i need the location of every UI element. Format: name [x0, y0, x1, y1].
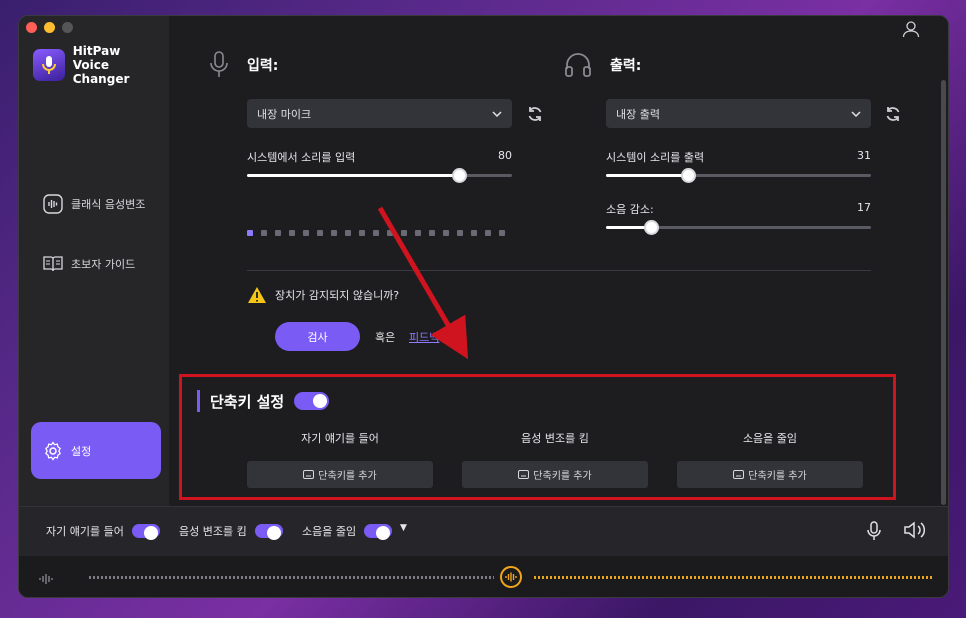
check-device-button[interactable]: 검사: [275, 322, 360, 351]
waveform-output: [534, 576, 934, 579]
level-dot: [471, 230, 477, 236]
or-text: 혹은: [375, 331, 396, 344]
input-level-meter: [247, 230, 505, 236]
voice-change-toggle[interactable]: [254, 524, 283, 540]
sidebar: HitPaw Voice Changer 클래식 음성변조 초보자 가이드 설정: [19, 16, 169, 506]
waveform-input: [89, 576, 494, 579]
bottom-toggle-label: 음성 변조를 킴: [179, 525, 247, 538]
bottom-toggle-label: 소음을 줄임: [302, 525, 357, 538]
level-dot: [443, 230, 449, 236]
noise-toggle[interactable]: [364, 524, 393, 540]
level-dot: [261, 230, 267, 236]
chevron-down-icon: [851, 110, 861, 117]
sidebar-item-label: 클래식 음성변조: [71, 198, 146, 211]
brand: HitPaw Voice Changer: [33, 44, 169, 86]
level-dot: [401, 230, 407, 236]
microphone-icon: [210, 51, 228, 77]
bottom-toggle-monitor: 자기 얘기를 들어: [46, 523, 160, 540]
gear-icon: [43, 440, 63, 461]
waveform-center-icon[interactable]: [500, 566, 522, 588]
level-dot: [303, 230, 309, 236]
output-device-select[interactable]: 내장 출력: [606, 99, 871, 128]
sidebar-item-label: 설정: [71, 444, 92, 458]
output-volume-value: 31: [857, 149, 871, 162]
output-device-value: 내장 출력: [616, 107, 660, 121]
input-volume-thumb[interactable]: [452, 168, 467, 183]
output-title-text: 출력:: [610, 58, 642, 74]
bottom-toggle-label: 자기 얘기를 들어: [46, 525, 124, 538]
output-section-title: 출력:: [564, 51, 641, 79]
noise-reduction-value: 17: [857, 201, 871, 214]
app-name-line2: Voice Changer: [72, 58, 130, 86]
level-dot: [429, 230, 435, 236]
annotation-highlight-box: [179, 374, 896, 500]
user-account-icon[interactable]: [902, 20, 920, 42]
noise-reduction-slider[interactable]: [606, 220, 871, 235]
caret-down-icon[interactable]: ▼: [400, 523, 407, 533]
input-volume-value: 80: [498, 149, 512, 162]
level-dot: [331, 230, 337, 236]
input-section-title: 입력:: [209, 51, 278, 79]
refresh-icon: [886, 107, 900, 121]
app-logo-icon: [33, 49, 65, 81]
level-dot: [275, 230, 281, 236]
zoom-window-button[interactable]: [62, 22, 73, 33]
input-volume-slider[interactable]: [247, 168, 512, 183]
noise-reduction-thumb[interactable]: [644, 220, 660, 235]
level-dot: [373, 230, 379, 236]
refresh-output-button[interactable]: [883, 104, 903, 124]
refresh-icon: [528, 107, 542, 121]
headphones-icon: [565, 53, 591, 77]
level-dot: [345, 230, 351, 236]
level-dot: [415, 230, 421, 236]
input-volume-fill: [247, 174, 459, 177]
input-volume-label: 시스템에서 소리를 입력: [247, 151, 356, 164]
output-volume-fill: [606, 174, 689, 177]
monitor-toggle[interactable]: [131, 524, 160, 540]
feedback-link[interactable]: 피드백: [409, 329, 439, 345]
input-device-select[interactable]: 내장 마이크: [247, 99, 512, 128]
input-title-text: 입력:: [247, 58, 279, 74]
waveform-small-icon: [39, 570, 53, 589]
sidebar-item-label: 초보자 가이드: [71, 258, 136, 271]
bottom-bar: 자기 얘기를 들어 음성 변조를 킴 소음을 줄임 ▼: [19, 506, 948, 556]
refresh-input-button[interactable]: [525, 104, 545, 124]
output-volume-thumb[interactable]: [681, 168, 697, 183]
noise-reduction-label: 소음 감소:: [606, 203, 654, 216]
input-device-value: 내장 마이크: [257, 107, 312, 121]
level-dot: [457, 230, 463, 236]
waveform-icon: [43, 194, 63, 214]
microphone-icon[interactable]: [867, 521, 881, 545]
device-warning-text: 장치가 감지되지 않습니까?: [275, 289, 400, 302]
app-name-line1: HitPaw: [72, 44, 121, 58]
level-dot: [485, 230, 491, 236]
speaker-icon[interactable]: [903, 521, 926, 543]
warning-icon: [248, 287, 266, 303]
app-window: HitPaw Voice Changer 클래식 음성변조 초보자 가이드 설정: [18, 15, 949, 598]
minimize-window-button[interactable]: [44, 22, 55, 33]
window-controls: [26, 22, 73, 33]
level-dot: [289, 230, 295, 236]
device-warning: 장치가 감지되지 않습니까?: [247, 286, 399, 304]
scrollbar[interactable]: [941, 80, 946, 505]
section-divider: [247, 270, 871, 271]
level-dot: [247, 230, 253, 236]
level-dot: [359, 230, 365, 236]
level-dot: [387, 230, 393, 236]
chevron-down-icon: [492, 110, 502, 117]
bottom-toggle-voice-change: 음성 변조를 킴: [179, 523, 283, 540]
bottom-toggle-noise: 소음을 줄임: [302, 523, 393, 540]
app-name: HitPaw Voice Changer: [73, 44, 169, 86]
output-volume-label: 시스템이 소리를 출력: [606, 151, 705, 164]
level-dot: [499, 230, 505, 236]
sidebar-item-guide[interactable]: 초보자 가이드: [31, 244, 161, 284]
output-volume-slider[interactable]: [606, 168, 871, 183]
sidebar-item-classic-voice[interactable]: 클래식 음성변조: [31, 184, 161, 224]
waveform-strip: [19, 556, 948, 597]
level-dot: [317, 230, 323, 236]
sidebar-item-settings[interactable]: 설정: [31, 422, 161, 479]
close-window-button[interactable]: [26, 22, 37, 33]
book-icon: [43, 254, 63, 274]
